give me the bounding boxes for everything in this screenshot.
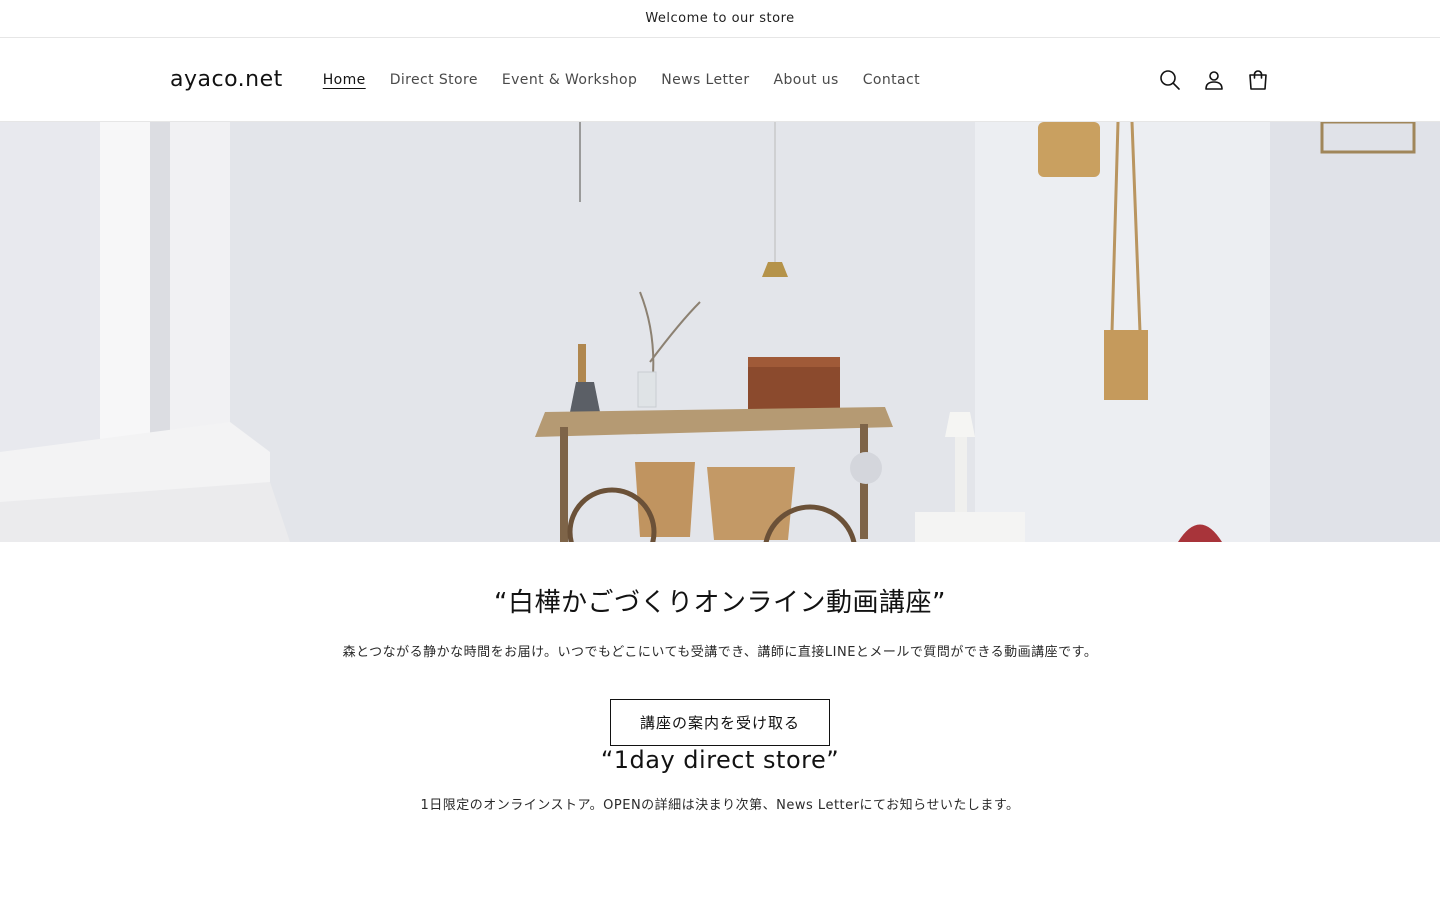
course-section: “白樺かごづくりオンライン動画講座” 森とつながる静かな時間をお届け。いつでもど…	[0, 542, 1440, 746]
course-title: “白樺かごづくりオンライン動画講座”	[494, 588, 946, 618]
cart-icon[interactable]	[1246, 68, 1270, 92]
nav-link-news-letter[interactable]: News Letter	[661, 72, 749, 88]
store-description: 1日限定のオンラインストア。OPENの詳細は決まり次第、News Letterに…	[420, 798, 1020, 813]
store-section: “1day direct store” 1日限定のオンラインストア。OPENの詳…	[0, 746, 1440, 813]
hero-image	[0, 122, 1440, 542]
site-header: ayaco.net Home Direct Store Event & Work…	[0, 38, 1440, 122]
announcement-text: Welcome to our store	[645, 11, 795, 26]
course-description: 森とつながる静かな時間をお届け。いつでもどこにいても受講でき、講師に直接LINE…	[342, 645, 1098, 660]
search-icon[interactable]	[1158, 68, 1182, 92]
store-title: “1day direct store”	[600, 746, 840, 774]
main-nav: Home Direct Store Event & Workshop News …	[323, 72, 920, 88]
nav-link-about-us[interactable]: About us	[773, 72, 838, 88]
nav-link-event-workshop[interactable]: Event & Workshop	[502, 72, 637, 88]
course-info-button[interactable]: 講座の案内を受け取る	[610, 699, 830, 746]
nav-link-home[interactable]: Home	[323, 72, 366, 88]
nav-link-contact[interactable]: Contact	[863, 72, 920, 88]
account-icon[interactable]	[1202, 68, 1226, 92]
nav-link-direct-store[interactable]: Direct Store	[390, 72, 478, 88]
header-icons	[1158, 38, 1270, 122]
site-logo[interactable]: ayaco.net	[170, 67, 283, 92]
announcement-bar: Welcome to our store	[0, 0, 1440, 38]
